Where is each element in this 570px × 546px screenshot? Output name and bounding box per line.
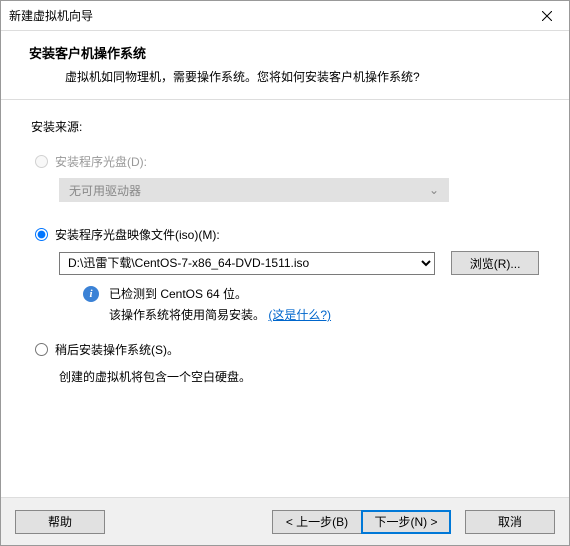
close-button[interactable] (524, 1, 569, 30)
header-description: 虚拟机如同物理机，需要操作系统。您将如何安装客户机操作系统? (65, 68, 549, 85)
browse-button[interactable]: 浏览(R)... (451, 251, 539, 275)
option-disc-row: 安装程序光盘(D): (35, 153, 539, 170)
help-button[interactable]: 帮助 (15, 510, 105, 534)
wizard-footer: 帮助 < 上一步(B) 下一步(N) > 取消 (1, 497, 569, 545)
later-note: 创建的虚拟机将包含一个空白硬盘。 (59, 368, 539, 385)
radio-disc[interactable] (35, 155, 48, 168)
detection-info: i 已检测到 CentOS 64 位。 该操作系统将使用简易安装。 (这是什么?… (83, 285, 539, 323)
radio-iso-label: 安装程序光盘映像文件(iso)(M): (55, 226, 220, 243)
radio-group: 安装程序光盘(D): 无可用驱动器 ⌄ 安装程序光盘映像文件(iso)(M): … (35, 153, 539, 385)
titlebar: 新建虚拟机向导 (1, 1, 569, 31)
cancel-button[interactable]: 取消 (465, 510, 555, 534)
content-area: 安装来源: 安装程序光盘(D): 无可用驱动器 ⌄ 安装程序光盘映像文件(iso… (1, 100, 569, 497)
radio-iso[interactable] (35, 228, 48, 241)
next-button[interactable]: 下一步(N) > (361, 510, 451, 534)
footer-right: < 上一步(B) 下一步(N) > 取消 (272, 510, 555, 534)
header-title: 安装客户机操作系统 (29, 43, 549, 62)
info-line-2: 该操作系统将使用简易安装。 (这是什么?) (109, 306, 539, 323)
install-source-label: 安装来源: (31, 118, 539, 135)
option-later-row: 稍后安装操作系统(S)。 (35, 341, 539, 358)
back-button[interactable]: < 上一步(B) (272, 510, 362, 534)
easy-install-text: 该操作系统将使用简易安装。 (109, 308, 265, 322)
window-title: 新建虚拟机向导 (9, 7, 93, 24)
radio-later[interactable] (35, 343, 48, 356)
drive-dropdown: 无可用驱动器 ⌄ (59, 178, 449, 202)
iso-input-row: D:\迅雷下载\CentOS-7-x86_64-DVD-1511.iso 浏览(… (59, 251, 539, 275)
what-is-this-link[interactable]: (这是什么?) (268, 308, 331, 322)
chevron-down-icon: ⌄ (429, 183, 439, 197)
radio-disc-label: 安装程序光盘(D): (55, 153, 147, 170)
iso-path-select[interactable]: D:\迅雷下载\CentOS-7-x86_64-DVD-1511.iso (59, 252, 435, 275)
radio-later-label: 稍后安装操作系统(S)。 (55, 341, 179, 358)
footer-left: 帮助 (15, 510, 105, 534)
option-iso-row: 安装程序光盘映像文件(iso)(M): (35, 226, 539, 243)
detected-os-text: 已检测到 CentOS 64 位。 (109, 285, 247, 302)
wizard-window: 新建虚拟机向导 安装客户机操作系统 虚拟机如同物理机，需要操作系统。您将如何安装… (0, 0, 570, 546)
drive-dropdown-text: 无可用驱动器 (69, 182, 141, 199)
close-icon (542, 11, 552, 21)
wizard-header: 安装客户机操作系统 虚拟机如同物理机，需要操作系统。您将如何安装客户机操作系统? (1, 31, 569, 100)
info-line-1: i 已检测到 CentOS 64 位。 (83, 285, 539, 302)
info-icon: i (83, 286, 99, 302)
